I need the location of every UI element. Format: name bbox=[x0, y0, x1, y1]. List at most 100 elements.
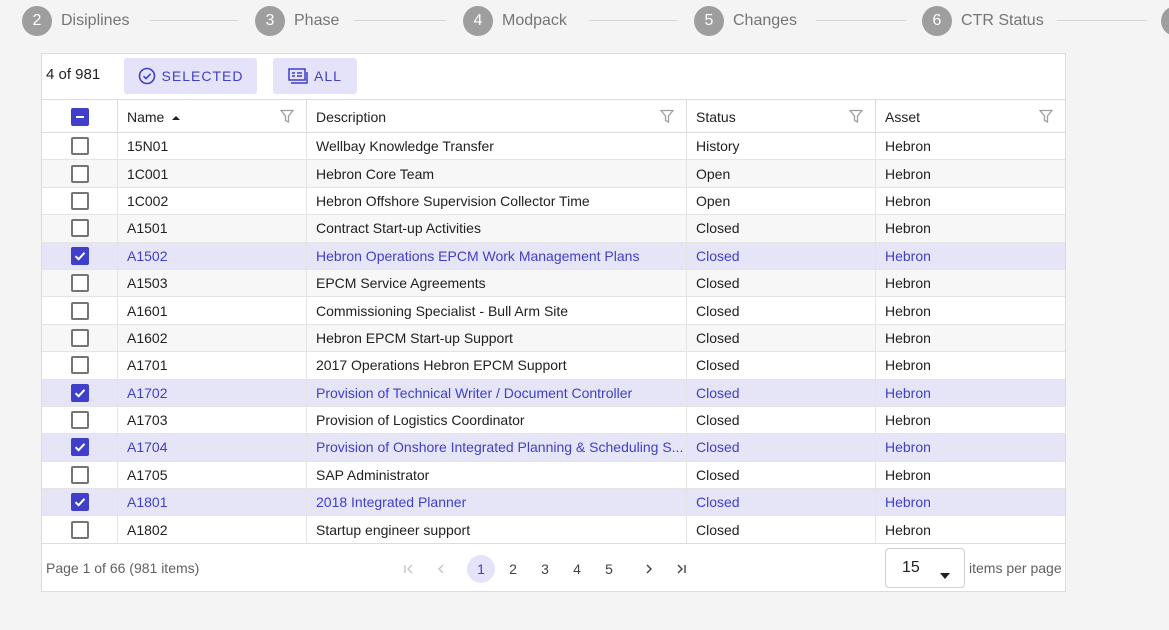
row-select-cell bbox=[42, 489, 117, 515]
selected-button-label: SELECTED bbox=[161, 68, 244, 84]
column-header-status[interactable]: Status bbox=[686, 100, 875, 133]
row-checkbox[interactable] bbox=[70, 328, 89, 347]
table-row[interactable]: A1802 Startup engineer support Closed Hebro… bbox=[42, 516, 1065, 544]
column-status-label: Status bbox=[696, 108, 736, 125]
step-disciplines[interactable]: 2 Disiplines bbox=[22, 6, 129, 36]
table-row[interactable]: A1501 Contract Start-up Activities Closed H… bbox=[42, 215, 1065, 243]
row-checkbox[interactable] bbox=[70, 219, 89, 238]
table-row[interactable]: A1801 2018 Integrated Planner Closed Hebron bbox=[42, 489, 1065, 517]
cell-name: A1501 bbox=[117, 215, 306, 242]
page-button[interactable]: 1 bbox=[467, 555, 495, 583]
row-checkbox[interactable] bbox=[70, 301, 89, 320]
table-row[interactable]: A1705 SAP Administrator Closed Hebron bbox=[42, 461, 1065, 490]
row-checkbox[interactable] bbox=[70, 383, 89, 402]
cell-asset: Hebron bbox=[875, 242, 1065, 269]
page-size-value: 15 bbox=[902, 559, 920, 576]
page-size-select[interactable]: 15 bbox=[885, 548, 965, 588]
step-number: 3 bbox=[255, 6, 285, 36]
row-checkbox[interactable] bbox=[70, 191, 89, 210]
row-checkbox[interactable] bbox=[70, 356, 89, 375]
filter-icon[interactable] bbox=[279, 109, 295, 127]
step-label: Changes bbox=[733, 12, 798, 29]
cell-status: Closed bbox=[686, 269, 875, 297]
column-header-asset[interactable]: Asset bbox=[875, 100, 1065, 133]
selected-button[interactable]: SELECTED bbox=[124, 58, 257, 94]
select-all-icon bbox=[288, 67, 308, 85]
table-row[interactable]: A1601 Commissioning Specialist - Bull Arm… bbox=[42, 297, 1065, 325]
table-row[interactable]: 1C001 Hebron Core Team Open Hebron bbox=[42, 160, 1065, 188]
table-row[interactable]: 1C002 Hebron Offshore Supervision Collect… bbox=[42, 187, 1065, 216]
page-button[interactable]: 5 bbox=[595, 555, 623, 583]
row-select-cell bbox=[42, 407, 117, 433]
step-ctr-status[interactable]: 6 CTR Status bbox=[922, 6, 1044, 36]
table-row[interactable]: A1703 Provision of Logistics Coordinator C… bbox=[42, 406, 1065, 435]
cell-asset: Hebron bbox=[875, 461, 1065, 489]
table-row[interactable]: A1602 Hebron EPCM Start-up Support Closed H… bbox=[42, 324, 1065, 353]
row-checkbox[interactable] bbox=[70, 164, 89, 183]
table-row[interactable]: A1503 EPCM Service Agreements Closed Hebron bbox=[42, 269, 1065, 298]
page-size-label: items per page bbox=[969, 560, 1062, 576]
cell-description: 2018 Integrated Planner bbox=[306, 489, 686, 516]
column-header-name[interactable]: Name bbox=[117, 100, 306, 133]
row-checkbox[interactable] bbox=[70, 438, 89, 457]
cell-status: Closed bbox=[686, 516, 875, 543]
grid-header: Name Description Status Asset bbox=[42, 99, 1065, 133]
row-select-cell bbox=[42, 325, 117, 351]
page-button[interactable]: 2 bbox=[499, 555, 527, 583]
row-select-cell bbox=[42, 243, 117, 269]
cell-name: 1C001 bbox=[117, 160, 306, 187]
page-button[interactable]: 4 bbox=[563, 555, 591, 583]
row-checkbox[interactable] bbox=[70, 520, 89, 539]
first-page-button[interactable] bbox=[395, 555, 423, 583]
row-checkbox[interactable] bbox=[70, 411, 89, 430]
step-connector bbox=[589, 20, 677, 21]
grid-toolbar: 4 of 981 SELECTED ALL bbox=[42, 54, 1065, 99]
table-row[interactable]: A1702 Provision of Technical Writer / Doc… bbox=[42, 379, 1065, 407]
cell-status: Closed bbox=[686, 379, 875, 406]
cell-name: A1702 bbox=[117, 379, 306, 406]
row-checkbox[interactable] bbox=[70, 274, 89, 293]
step-label: Disiplines bbox=[61, 12, 130, 29]
filter-icon[interactable] bbox=[659, 109, 675, 127]
cell-asset: Hebron bbox=[875, 434, 1065, 461]
cell-status: Open bbox=[686, 187, 875, 215]
cell-name: A1704 bbox=[117, 434, 306, 461]
cell-description: Hebron Core Team bbox=[306, 160, 686, 187]
step-phase[interactable]: 3 Phase bbox=[255, 6, 339, 36]
table-row[interactable]: A1701 2017 Operations Hebron EPCM Support… bbox=[42, 352, 1065, 380]
row-checkbox[interactable] bbox=[70, 137, 89, 156]
pager-info: Page 1 of 66 (981 items) bbox=[46, 560, 200, 576]
row-checkbox[interactable] bbox=[70, 493, 89, 512]
select-all-checkbox[interactable] bbox=[70, 107, 89, 126]
cell-status: Closed bbox=[686, 324, 875, 352]
step-number: 5 bbox=[694, 6, 724, 36]
row-select-cell bbox=[42, 270, 117, 296]
row-checkbox[interactable] bbox=[70, 465, 89, 484]
cell-name: 15N01 bbox=[117, 133, 306, 160]
data-grid: 4 of 981 SELECTED ALL Name Description S… bbox=[41, 53, 1066, 592]
table-row[interactable]: A1704 Provision of Onshore Integrated Pla… bbox=[42, 434, 1065, 462]
row-select-cell bbox=[42, 297, 117, 323]
cell-asset: Hebron bbox=[875, 379, 1065, 406]
cell-description: Wellbay Knowledge Transfer bbox=[306, 133, 686, 160]
step-modpack[interactable]: 4 Modpack bbox=[463, 6, 567, 36]
row-select-cell bbox=[42, 516, 117, 542]
step-label: Phase bbox=[294, 12, 340, 29]
table-row[interactable]: A1502 Hebron Operations EPCM Work Managem… bbox=[42, 242, 1065, 270]
cell-asset: Hebron bbox=[875, 352, 1065, 379]
step-changes[interactable]: 5 Changes bbox=[694, 6, 797, 36]
page-button[interactable]: 3 bbox=[531, 555, 559, 583]
all-button[interactable]: ALL bbox=[273, 58, 357, 94]
row-select-cell bbox=[42, 215, 117, 241]
filter-icon[interactable] bbox=[848, 109, 864, 127]
previous-page-button[interactable] bbox=[427, 555, 455, 583]
cell-status: History bbox=[686, 133, 875, 160]
last-page-button[interactable] bbox=[667, 555, 695, 583]
step-next-partial[interactable] bbox=[1161, 6, 1169, 36]
cell-name: A1602 bbox=[117, 324, 306, 352]
next-page-button[interactable] bbox=[635, 555, 663, 583]
filter-icon[interactable] bbox=[1038, 109, 1054, 127]
table-row[interactable]: 15N01 Wellbay Knowledge Transfer History He… bbox=[42, 133, 1065, 161]
row-checkbox[interactable] bbox=[70, 246, 89, 265]
column-header-description[interactable]: Description bbox=[306, 100, 686, 133]
